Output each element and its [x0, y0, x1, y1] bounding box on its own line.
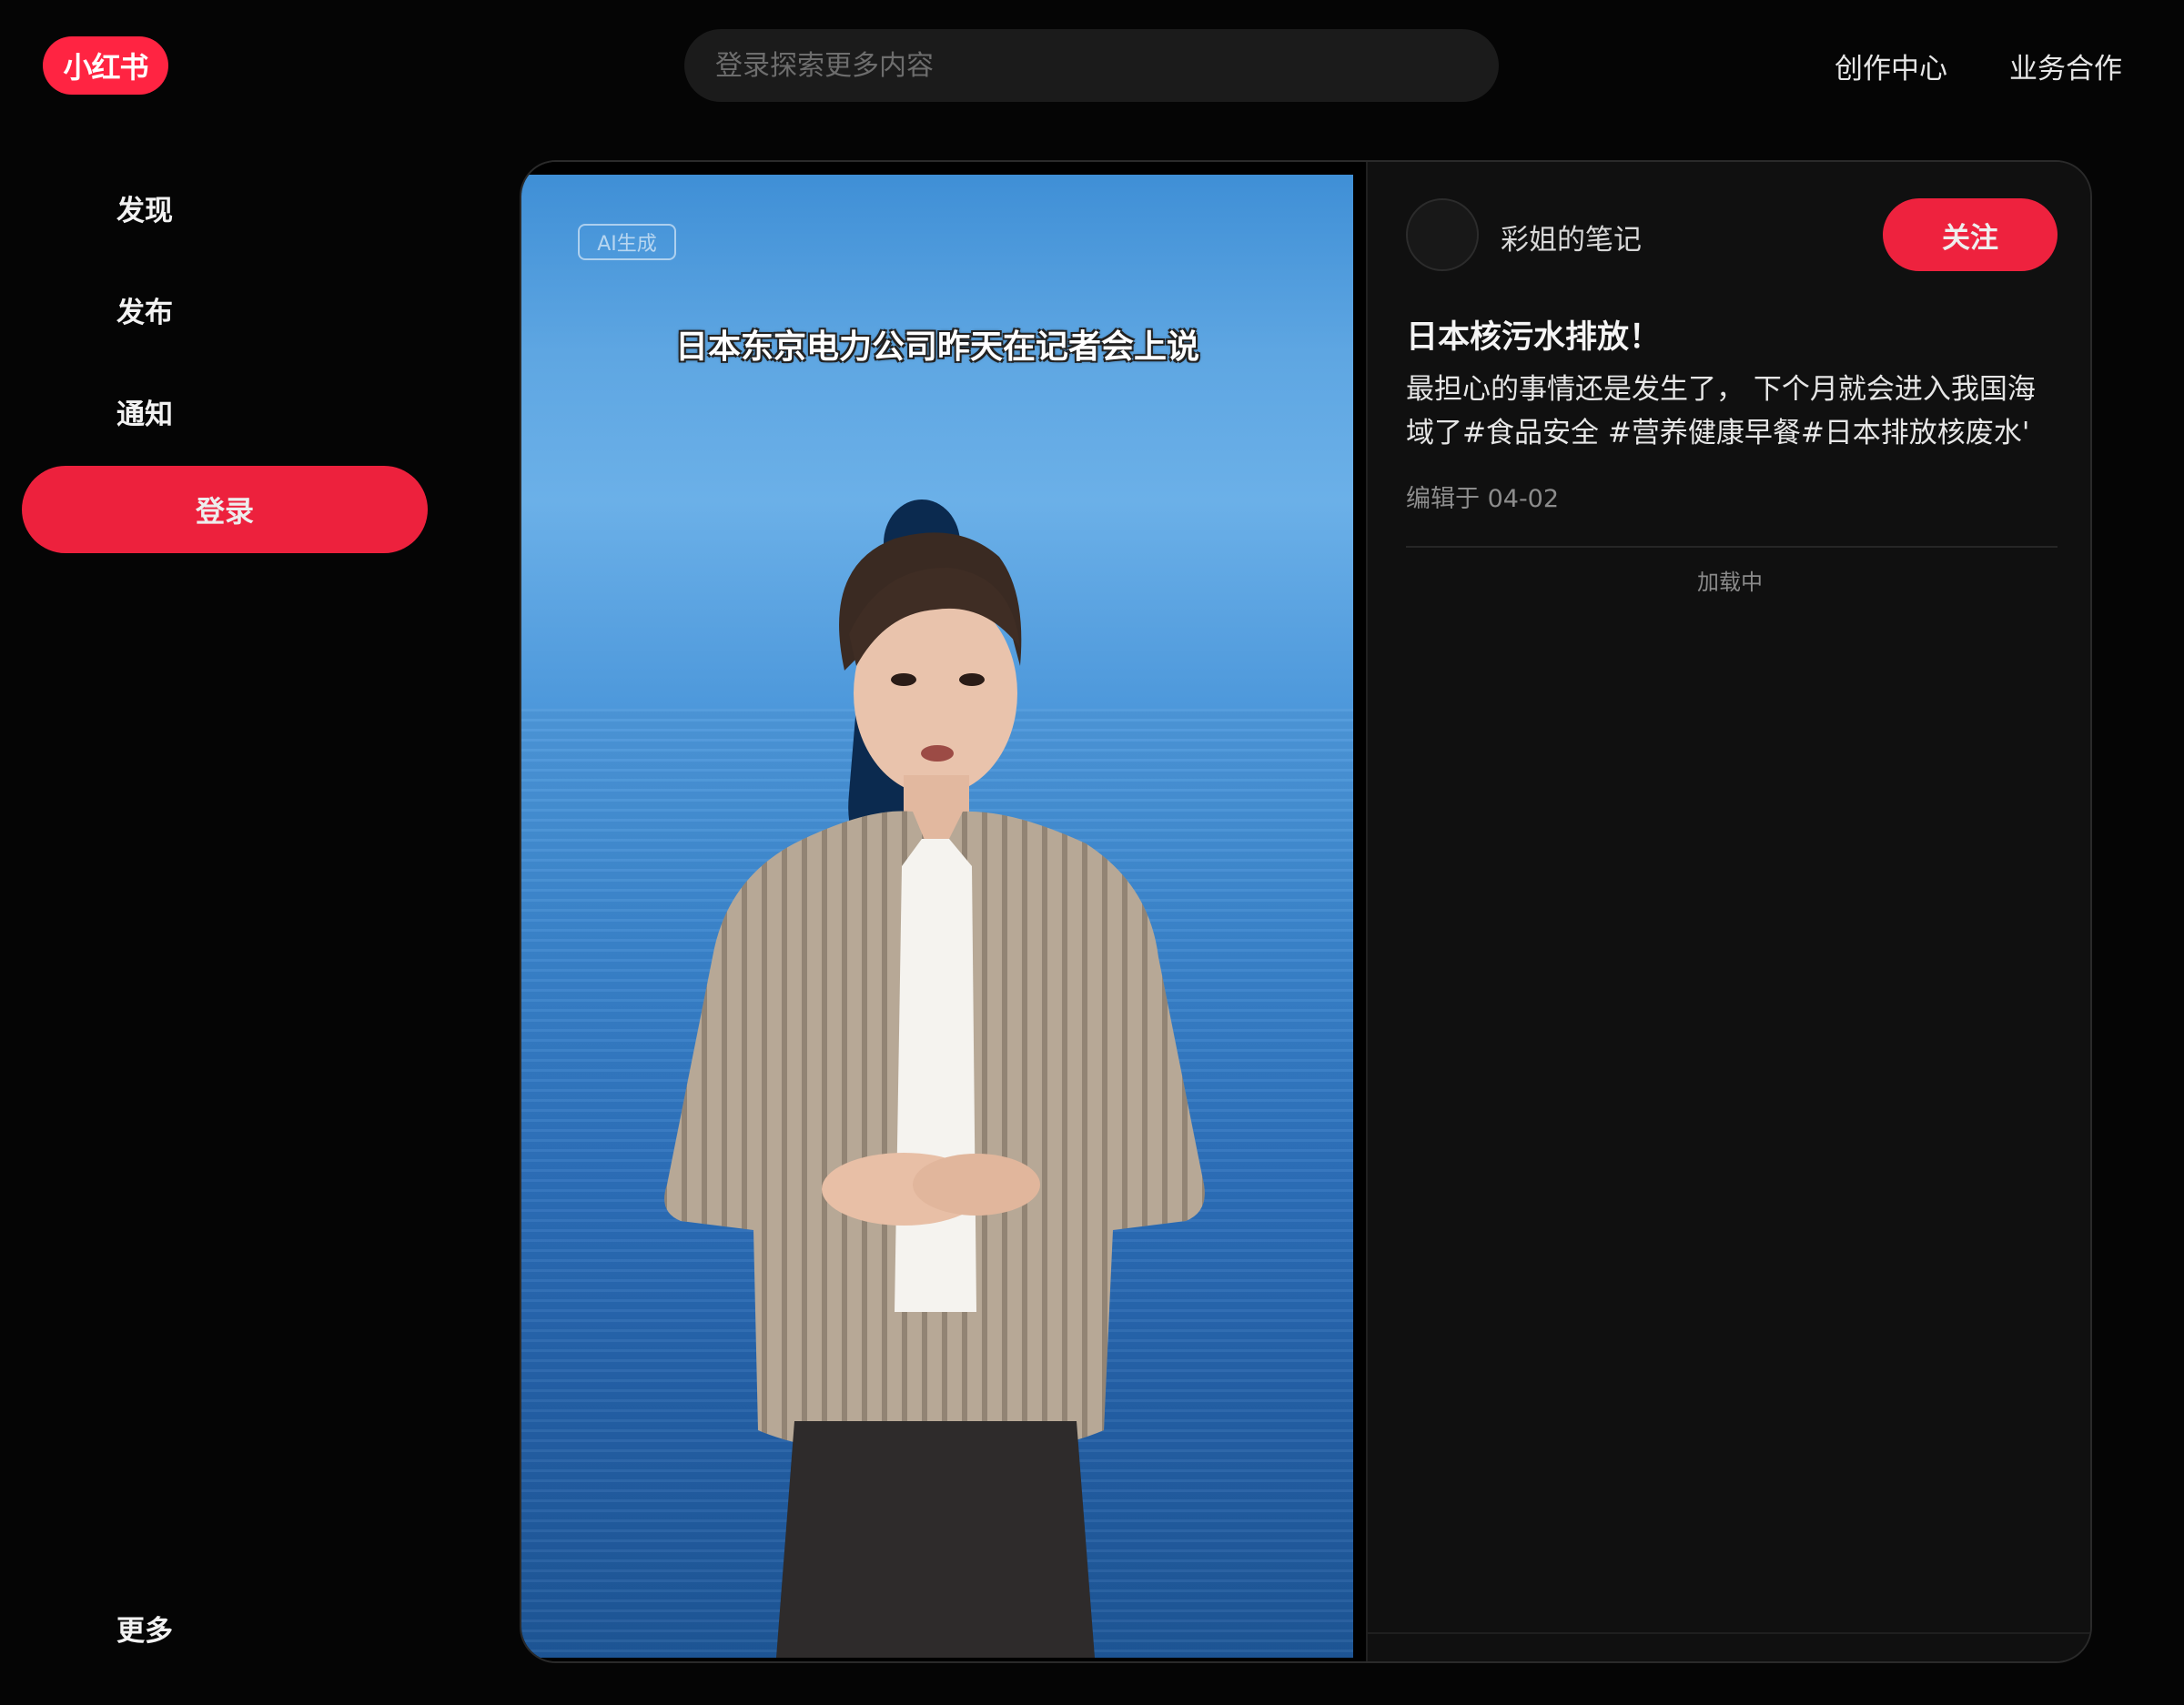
hashtag-food-safety[interactable]: #食品安全	[1462, 417, 1599, 449]
video-player[interactable]: AI生成 日本东京电力公司昨天在记者会上说	[521, 175, 1353, 1658]
divider	[1406, 546, 2058, 548]
note-info-panel: 彩姐的笔记 关注 日本核污水排放！ 最担心的事情还是发生了， 下个月就会进入我国…	[1366, 162, 2090, 1661]
media-container: AI生成 日本东京电力公司昨天在记者会上说	[521, 162, 1366, 1661]
creator-center-link[interactable]: 创作中心	[1835, 45, 1947, 86]
hashtag-nuclear-wastewater[interactable]: #日本排放核废水	[1801, 417, 2022, 449]
note-title: 日本核污水排放！	[1406, 319, 1662, 356]
man-figure	[664, 532, 1205, 1658]
sidebar-item-more[interactable]: 更多	[116, 1608, 173, 1649]
logo[interactable]: 小红书	[43, 36, 168, 95]
search-input[interactable]	[684, 29, 1499, 102]
video-frame-figures	[664, 499, 1205, 1658]
note-edit-date: 编辑于 04-02	[1406, 485, 1560, 513]
business-cooperation-link[interactable]: 业务合作	[2009, 45, 2122, 86]
video-subtitle: 日本东京电力公司昨天在记者会上说	[674, 328, 1199, 366]
comments-loading-text: 加载中	[1697, 570, 1763, 595]
sidebar-item-publish[interactable]: 发布	[116, 289, 173, 330]
sidebar-item-notifications[interactable]: 通知	[116, 391, 173, 432]
hashtag-healthy-breakfast[interactable]: #营养健康早餐	[1608, 417, 1801, 449]
login-button[interactable]: 登录	[22, 466, 428, 553]
follow-button[interactable]: 关注	[1883, 198, 2058, 271]
note-description: 最担心的事情还是发生了， 下个月就会进入我国海域了#食品安全 #营养健康早餐#日…	[1406, 368, 2061, 455]
ai-generated-badge: AI生成	[578, 224, 676, 260]
avatar[interactable]	[1406, 198, 1479, 271]
note-description-tail: '	[2021, 417, 2030, 449]
bottom-divider	[1368, 1632, 2090, 1634]
author-name[interactable]: 彩姐的笔记	[1501, 217, 1642, 257]
sidebar-item-discover[interactable]: 发现	[116, 187, 173, 228]
note-detail-card: AI生成 日本东京电力公司昨天在记者会上说 彩姐的笔记 关注 日本核污水排放！ …	[520, 160, 2092, 1663]
